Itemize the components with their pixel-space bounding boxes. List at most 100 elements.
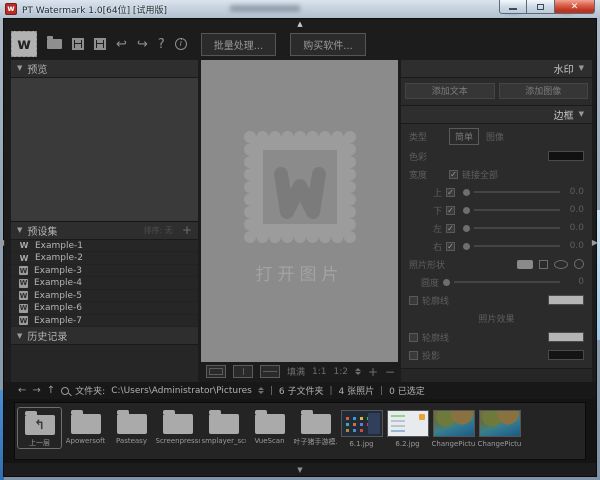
filmstrip-item-photo[interactable]: ChangePictur... — [431, 407, 476, 448]
watermark-buttons-row: 添加文本 添加图像 — [401, 78, 592, 106]
preset-item[interactable]: W Example-3 — [11, 265, 198, 278]
slider-knob[interactable] — [463, 243, 470, 250]
link-all-checkbox[interactable]: ✓ — [449, 170, 458, 179]
folder-icon — [163, 414, 193, 434]
filmstrip-item-folder[interactable]: smplayer_scre... — [201, 407, 246, 445]
slider-track[interactable] — [474, 209, 560, 211]
presets-sort-control[interactable]: 排序: 无 — [144, 225, 173, 236]
filmstrip-item-folder[interactable]: Screenpresso — [155, 407, 200, 445]
filmstrip-item-photo[interactable]: 6.2.jpg — [385, 407, 430, 448]
ellipse-shape-icon[interactable] — [554, 260, 568, 269]
folder-path[interactable]: C:\Users\Administrator\Pictures — [111, 386, 252, 396]
desktop-frame: w PT Watermark 1.0[64位] [试用版] ✕ ▲ w ↩ ↪ … — [0, 0, 600, 480]
outline-color-swatch[interactable] — [548, 295, 584, 305]
margin-top-checkbox[interactable]: ✓ — [446, 188, 455, 197]
zoom-out-icon[interactable]: − — [385, 365, 395, 379]
preset-item[interactable]: W Example-6 — [11, 302, 198, 315]
open-image-placeholder[interactable]: 打开图片 — [201, 260, 398, 285]
add-image-button[interactable]: 添加图像 — [499, 83, 589, 99]
help-icon[interactable]: ? — [158, 38, 165, 51]
slider-knob[interactable] — [463, 207, 470, 214]
zoom-ratio-stepper-icon[interactable] — [355, 368, 361, 375]
slider-knob[interactable] — [463, 189, 470, 196]
image-canvas[interactable]: 打开图片 — [201, 60, 398, 362]
filmstrip-item-up-folder[interactable]: ↰ 上一层 — [17, 407, 62, 449]
preset-item[interactable]: W Example-7 — [11, 315, 198, 328]
slider-track[interactable] — [474, 191, 560, 193]
filmstrip-item-label: Screenpresso — [156, 437, 200, 445]
margin-left-checkbox[interactable]: ✓ — [446, 224, 455, 233]
preset-item[interactable]: W Example-4 — [11, 277, 198, 290]
filmstrip-item-folder[interactable]: 叶子猪手游模... — [293, 407, 338, 447]
rounded-rect-shape-icon[interactable] — [517, 260, 533, 269]
window-titlebar[interactable]: w PT Watermark 1.0[64位] [试用版] ✕ — [0, 0, 600, 18]
preset-label: Example-7 — [34, 316, 82, 326]
collapse-left-panel-arrow[interactable]: ◀ — [0, 238, 4, 247]
save-icon[interactable] — [72, 38, 84, 50]
slider-track[interactable] — [474, 227, 560, 229]
border-type-image-option[interactable]: 图像 — [481, 129, 509, 144]
border-margin-slider-row: 下 ✓ 0.0 — [433, 204, 584, 217]
search-icon[interactable] — [61, 387, 69, 395]
filmstrip-item-photo[interactable]: 6.1.jpg — [339, 407, 384, 448]
border-type-simple-option[interactable]: 简单 — [449, 128, 479, 145]
undo-icon[interactable]: ↩ — [116, 38, 127, 51]
margin-bottom-checkbox[interactable]: ✓ — [446, 206, 455, 215]
collapse-top-arrow[interactable]: ▲ — [4, 19, 596, 29]
info-icon[interactable]: i — [175, 38, 187, 50]
border-color-swatch[interactable] — [548, 151, 584, 161]
add-preset-icon[interactable]: + — [182, 223, 192, 237]
forward-arrow-icon[interactable]: → — [32, 385, 40, 396]
save-as-icon[interactable] — [94, 38, 106, 50]
square-shape-icon[interactable] — [539, 260, 548, 269]
app-window: ▲ w ↩ ↪ ? i 批量处理... 购买软件... ◀ ▶ ▼ 预览 — [3, 18, 597, 477]
effects-outline-checkbox[interactable] — [409, 333, 418, 342]
slider-track[interactable] — [454, 281, 560, 283]
zoom-ratio-value[interactable]: 1:2 — [334, 367, 348, 377]
collapse-bottom-arrow[interactable]: ▼ — [4, 463, 596, 476]
up-folder-icon[interactable]: ↑ — [47, 385, 55, 396]
slider-track[interactable] — [474, 245, 560, 247]
minimize-button[interactable] — [499, 0, 527, 14]
watermark-section-header[interactable]: 水印 ▼ — [401, 60, 592, 78]
preset-item[interactable]: W Example-5 — [11, 290, 198, 303]
shadow-checkbox[interactable] — [409, 351, 418, 360]
filmstrip-item-folder[interactable]: Pasteasy — [109, 407, 154, 445]
slider-knob[interactable] — [463, 225, 470, 232]
preview-section-header[interactable]: ▼ 预览 — [11, 60, 198, 78]
watermark-preset-icon: W — [19, 241, 29, 250]
zoom-in-icon[interactable]: + — [368, 365, 378, 379]
border-type-row: 类型 简单 图像 — [409, 128, 584, 145]
maximize-button[interactable] — [527, 0, 555, 14]
outline-checkbox[interactable] — [409, 296, 418, 305]
border-section-header[interactable]: 边框 ▼ — [401, 106, 592, 124]
preset-item[interactable]: W Example-1 — [11, 240, 198, 253]
zoom-fill-button[interactable]: 填满 — [287, 365, 305, 378]
filmstrip-item-folder[interactable]: Apowersoft — [63, 407, 108, 445]
collapse-right-panel-arrow[interactable]: ▶ — [592, 238, 598, 247]
presets-section-header[interactable]: ▼ 预设集 排序: 无 + — [11, 222, 198, 240]
split-horizontal-view-icon[interactable] — [260, 365, 280, 378]
preset-item[interactable]: W Example-2 — [11, 252, 198, 265]
batch-process-button[interactable]: 批量处理... — [201, 33, 277, 56]
split-vertical-view-icon[interactable] — [233, 365, 253, 378]
slider-knob[interactable] — [443, 279, 450, 286]
add-text-button[interactable]: 添加文本 — [405, 83, 495, 99]
margin-right-checkbox[interactable]: ✓ — [446, 242, 455, 251]
circle-shape-icon[interactable] — [574, 259, 584, 269]
zoom-actual-button[interactable]: 1:1 — [312, 367, 326, 377]
filmstrip-item-folder[interactable]: VueScan — [247, 407, 292, 445]
presets-header-label: 预设集 — [27, 223, 57, 238]
buy-software-button[interactable]: 购买软件... — [290, 33, 366, 56]
open-folder-icon[interactable] — [47, 39, 62, 49]
redo-icon[interactable]: ↪ — [137, 38, 148, 51]
close-button[interactable]: ✕ — [555, 0, 595, 14]
path-dropdown-stepper-icon[interactable] — [258, 387, 264, 394]
history-section-header[interactable]: ▼ 历史记录 — [11, 327, 198, 345]
filmstrip-item-label: ChangePictur... — [478, 440, 522, 448]
single-view-icon[interactable] — [206, 365, 226, 378]
filmstrip-item-photo[interactable]: ChangePictur... — [477, 407, 522, 448]
effects-outline-color-swatch[interactable] — [548, 332, 584, 342]
shadow-color-swatch[interactable] — [548, 350, 584, 360]
back-arrow-icon[interactable]: ← — [18, 385, 26, 396]
